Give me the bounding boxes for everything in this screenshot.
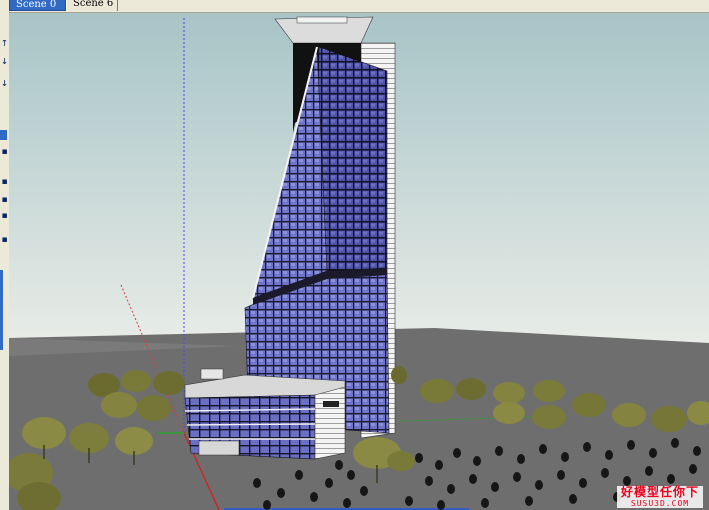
- watermark-subtitle: SUSU3D.COM: [617, 499, 703, 508]
- scene-tab-bar: Scene 0 Scene 6: [0, 0, 709, 13]
- dock-item-icon[interactable]: ▪: [0, 148, 9, 157]
- dock-scroll-strip[interactable]: [0, 270, 3, 350]
- dock-arrow-icon: ↓: [0, 58, 9, 67]
- sketchup-window: Scene 0 Scene 6 ↑ ↓ ↓ ▪ ▪ ▪ ▪ ▪ 好模型任你下 S…: [0, 0, 709, 510]
- dock-arrow-icon: ↓: [0, 80, 9, 89]
- entrance-sign: [323, 401, 339, 407]
- dock-selection-marker: [0, 130, 7, 140]
- scene-drawing: [9, 13, 709, 510]
- tab-scene-0[interactable]: Scene 0: [9, 0, 66, 11]
- podium-entrance: [314, 386, 346, 460]
- podium-base: [198, 440, 240, 456]
- podium-slab: [186, 423, 316, 426]
- dock-arrow-icon: ↑: [0, 40, 9, 49]
- crown-helipad: [296, 16, 348, 24]
- dock-item-icon[interactable]: ▪: [0, 212, 9, 221]
- watermark-title: 好模型任你下: [617, 486, 703, 499]
- watermark: 好模型任你下 SUSU3D.COM: [617, 486, 703, 508]
- tower-upper-facade: [316, 46, 388, 272]
- dock-item-icon[interactable]: ▪: [0, 178, 9, 187]
- tab-scene-6[interactable]: Scene 6: [66, 0, 118, 11]
- dock-item-icon[interactable]: ▪: [0, 236, 9, 245]
- roof-unit: [200, 368, 224, 380]
- model-viewport[interactable]: [9, 13, 709, 510]
- dock-item-icon[interactable]: ▪: [0, 196, 9, 205]
